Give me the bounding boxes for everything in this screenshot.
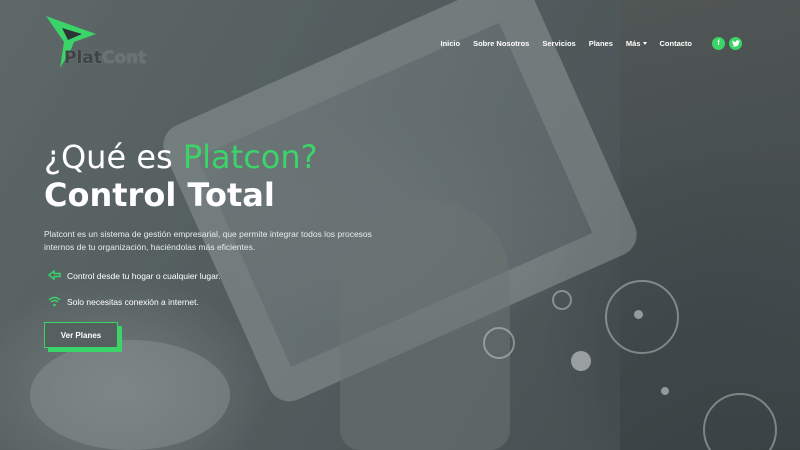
decorative-circle [552, 290, 572, 310]
decorative-dot [571, 351, 591, 371]
hero-title-line1: ¿Qué es Platcon? [44, 138, 318, 176]
feature-text: Solo necesitas conexión a internet. [67, 296, 199, 307]
decorative-dot [661, 387, 669, 395]
nav-item-mas-dropdown[interactable]: Más [626, 39, 647, 48]
nav-item-label: Sobre Nosotros [473, 39, 530, 48]
facebook-icon[interactable]: f [712, 37, 725, 50]
decorative-dot [634, 310, 643, 319]
hero-description: Platcont es un sistema de gestión empres… [44, 229, 372, 252]
hero-title-line2: Control Total [44, 176, 275, 214]
remote-control-icon [48, 270, 61, 281]
feature-item: Solo necesitas conexión a internet. [48, 296, 199, 307]
social-links: f [708, 37, 742, 50]
twitter-icon[interactable] [729, 37, 742, 50]
nav-item-label: Más [625, 39, 641, 48]
logo-text-part1: Plat [64, 48, 102, 68]
feature-item: Control desde tu hogar o cualquier lugar… [48, 270, 221, 281]
decorative-circle [483, 327, 515, 359]
wifi-icon [48, 296, 61, 307]
ver-planes-button[interactable]: Ver Planes [44, 322, 118, 348]
feature-text: Control desde tu hogar o cualquier lugar… [67, 270, 221, 281]
nav-item-sobre-nosotros[interactable]: Sobre Nosotros [473, 39, 529, 48]
twitter-bird-glyph [731, 40, 740, 47]
nav-item-label: Planes [588, 39, 613, 48]
nav-item-servicios[interactable]: Servicios [542, 39, 575, 48]
hero-title-prefix: ¿Qué es [44, 138, 183, 176]
nav-item-contacto[interactable]: Contacto [660, 39, 693, 48]
hero-title-accent: Platcon? [182, 138, 318, 176]
nav-item-label: Servicios [542, 39, 576, 48]
nav-item-planes[interactable]: Planes [589, 39, 613, 48]
brand-logo[interactable]: PlatCont [44, 14, 164, 70]
logo-text: PlatCont [64, 48, 146, 68]
hero-section: PlatCont Inicio Sobre Nosotros Servicios… [0, 0, 800, 450]
logo-text-part2: Cont [101, 48, 147, 68]
cta-wrapper: Ver Planes [44, 322, 122, 352]
caret-down-icon [642, 42, 647, 45]
nav-item-inicio[interactable]: Inicio [441, 39, 461, 48]
nav-item-label: Inicio [440, 39, 461, 48]
nav-item-label: Contacto [659, 39, 693, 48]
main-nav: Inicio Sobre Nosotros Servicios Planes M… [428, 37, 742, 50]
